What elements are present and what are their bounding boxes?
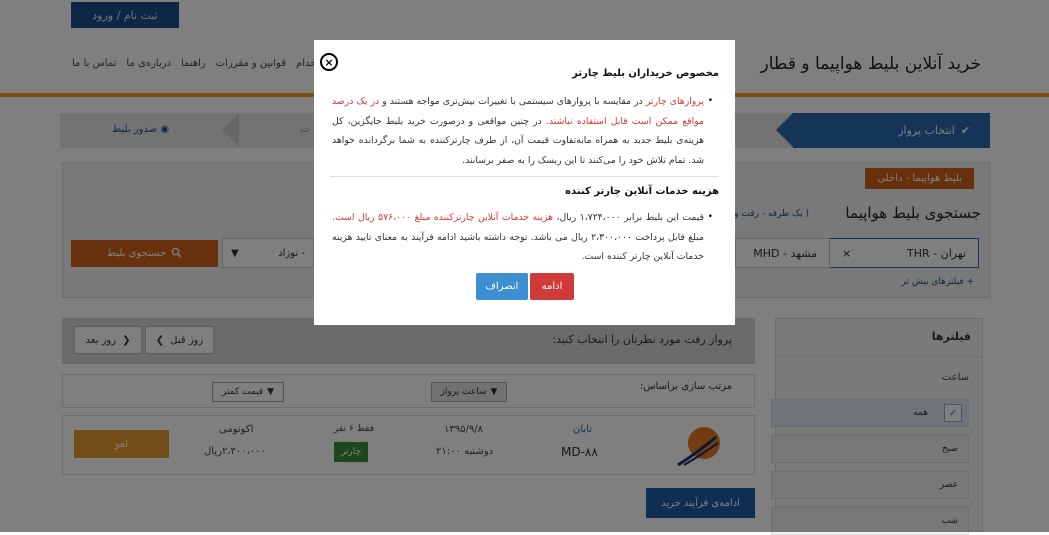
bullet-icon: • [707,212,713,222]
text-span: مبلغ قابل پرداخت ۲،۳۰۰،۰۰۰ ریال می باشد.… [332,231,704,263]
red-highlight: پروازهای چارتر [645,96,704,107]
modal-charter-notice-text: پروازهای چارتر در مقایسه با پروازهای سیس… [332,92,704,170]
close-icon[interactable]: × [320,53,338,71]
modal-heading-charter: مخصوص خریداران بلیط چارتر [572,68,719,79]
modal-fee-text: قیمت این بلیط برابر ۱،۷۲۴،۰۰۰ ریال، هزین… [332,208,704,267]
modal-cancel-button[interactable]: انصراف [476,273,528,300]
bullet-icon: • [707,96,713,106]
red-highlight: هزینه خدمات آنلاین چارترکننده مبلغ ۵۷۶،۰… [332,212,554,223]
text-span: در مقایسه با پروازهای سیستمی با تغییرات … [379,96,646,107]
modal-heading-fee: هزینه خدمات آنلاین چارتر کننده [565,186,719,197]
modal-divider [330,176,719,177]
text-span: قیمت این بلیط برابر ۱،۷۲۴،۰۰۰ ریال، [553,212,705,223]
modal-continue-button[interactable]: ادامه [530,273,574,300]
